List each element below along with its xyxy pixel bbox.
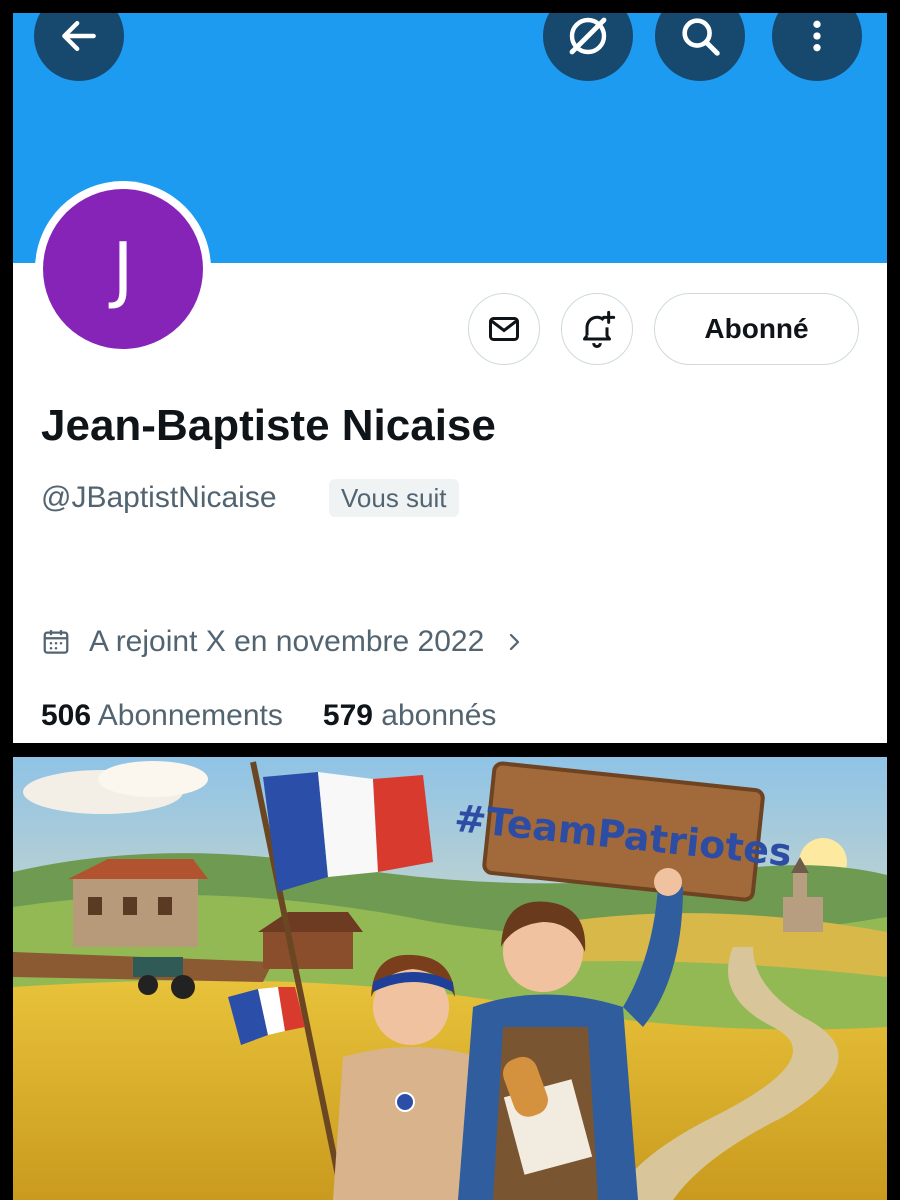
followers-label: abonnés [381,699,497,732]
grok-icon [569,17,607,55]
mail-icon [489,317,519,341]
search-icon [682,18,720,56]
bell-plus-icon [583,310,616,348]
follows-you-badge: Vous suit [329,479,459,517]
patriotic-illustration: #TeamPatriotes [13,757,887,1200]
avatar[interactable]: J [35,181,211,357]
following-count: 506 [41,699,92,732]
profile-screenshot: J Abonné Jean-Baptiste Nicaise @JBaptist… [13,13,887,743]
joined-date[interactable]: A rejoint X en novembre 2022 [41,625,526,659]
illustration-art: #TeamPatriotes [13,757,887,1200]
following-label: Abonnements [97,699,283,732]
following-button[interactable]: Abonné [654,293,859,365]
chevron-right-icon [510,633,520,651]
profile-name: Jean-Baptiste Nicaise [41,401,496,450]
arrow-left-icon [62,20,96,52]
followers-count: 579 [322,699,373,732]
message-button[interactable] [468,293,540,365]
more-vertical-icon [813,20,821,52]
profile-handle: @JBaptistNicaise [41,481,277,514]
following-link[interactable]: 506 Abonnements [41,699,283,732]
avatar-letter: J [43,189,203,349]
notify-button[interactable] [561,293,633,365]
calendar-icon [43,630,69,654]
joined-text: A rejoint X en novembre 2022 [89,625,485,658]
followers-link[interactable]: 579 abonnés [323,699,497,732]
follow-stats: 506 Abonnements 579 abonnés [41,699,496,733]
